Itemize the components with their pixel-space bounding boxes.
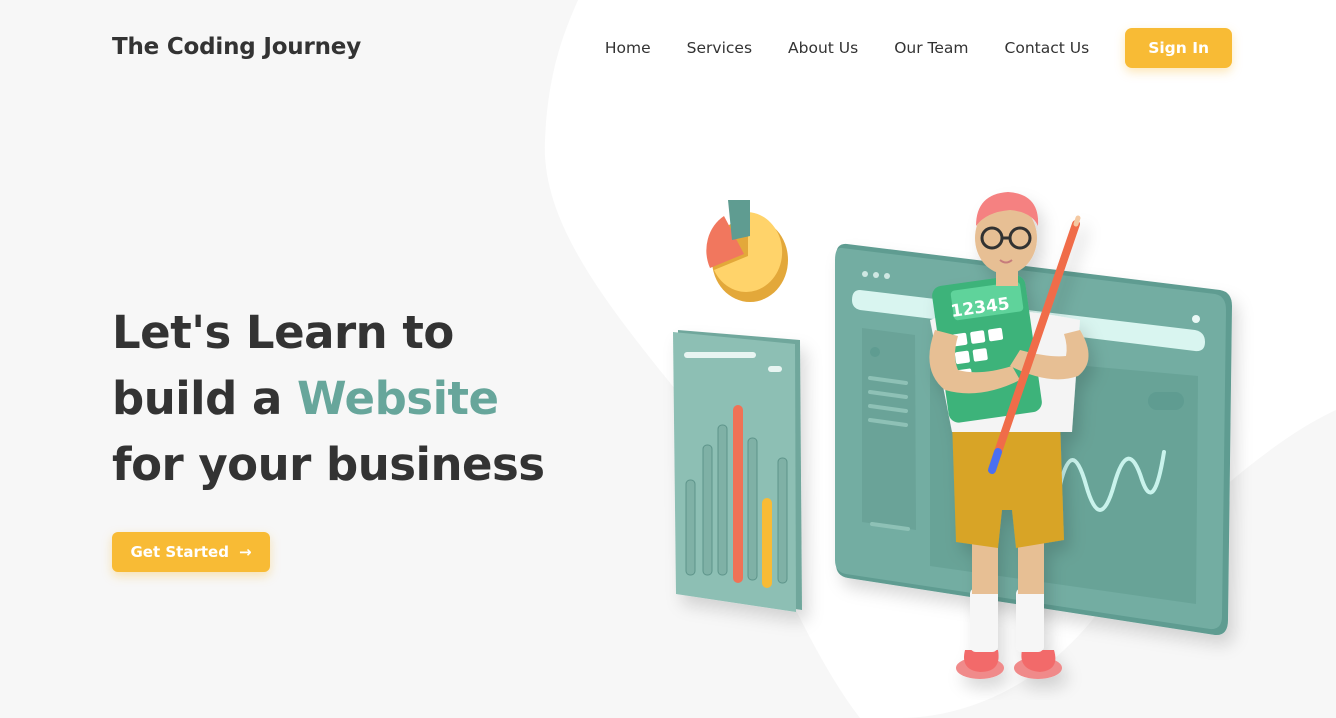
nav-contact-link[interactable]: Contact Us	[1005, 28, 1090, 68]
nav-team-link[interactable]: Our Team	[894, 28, 968, 68]
get-started-button[interactable]: Get Started →	[112, 532, 270, 572]
get-started-label: Get Started	[130, 543, 229, 561]
bar-chart-panel	[673, 330, 802, 612]
pie-chart-icon	[706, 200, 788, 302]
brand-logo[interactable]: The Coding Journey	[112, 34, 361, 60]
nav-services-link[interactable]: Services	[687, 28, 752, 68]
hero-line-1: Let's Learn to	[112, 306, 454, 359]
hero-section: Let's Learn to build a Website for your …	[112, 300, 545, 498]
site-header: The Coding Journey Home Services About U…	[0, 0, 1336, 100]
sign-in-button[interactable]: Sign In	[1125, 28, 1232, 68]
hero-line-3: for your business	[112, 438, 545, 491]
hero-illustration: 12345	[673, 192, 1232, 679]
arrow-right-icon: →	[238, 543, 252, 561]
nav-home-link[interactable]: Home	[605, 28, 651, 68]
main-nav: Home Services About Us Our Team Contact …	[605, 28, 1232, 68]
hero-accent-word: Website	[297, 372, 499, 425]
hero-line-2-prefix: build a	[112, 372, 298, 425]
nav-about-link[interactable]: About Us	[788, 28, 858, 68]
hero-heading: Let's Learn to build a Website for your …	[112, 300, 545, 498]
